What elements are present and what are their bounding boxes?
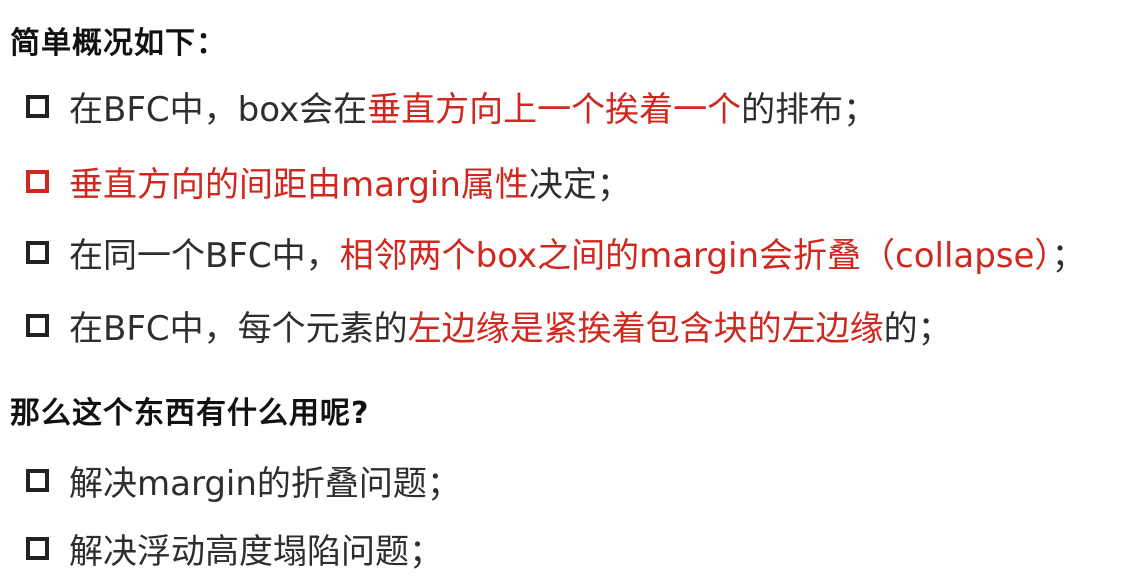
text-segment: 决定； <box>528 164 631 205</box>
text-segment: 在同一个BFC中， <box>69 235 340 276</box>
section-heading-summary: 简单概况如下： <box>10 26 227 61</box>
text-segment: 在BFC中，box会在 <box>69 89 368 130</box>
list-item: 在同一个BFC中，相邻两个box之间的margin会折叠（collapse）； <box>26 227 1085 277</box>
square-bullet-icon <box>26 169 49 193</box>
square-bullet-icon <box>26 94 49 118</box>
highlight-segment: 相邻两个box之间的margin会折叠（collapse） <box>339 235 1052 276</box>
square-bullet-icon <box>26 313 49 337</box>
text-segment: 解决margin的折叠问题； <box>69 463 461 504</box>
list-item: 解决margin的折叠问题； <box>26 455 461 505</box>
highlight-segment: 垂直方向的间距由margin属性 <box>69 164 529 205</box>
square-bullet-icon <box>26 240 49 264</box>
highlight-segment: 左边缘是紧挨着包含块的左边缘 <box>407 308 884 349</box>
text-segment: 的； <box>883 308 952 349</box>
list-item: 解决浮动高度塌陷问题； <box>26 523 443 573</box>
list-item-text: 解决浮动高度塌陷问题； <box>69 524 443 573</box>
list-item-text: 解决margin的折叠问题； <box>69 456 461 505</box>
list-item-text: 在同一个BFC中，相邻两个box之间的margin会折叠（collapse）； <box>69 228 1085 277</box>
list-item: 在BFC中，box会在垂直方向上一个挨着一个的排布； <box>26 81 877 131</box>
text-segment: ； <box>1051 235 1086 276</box>
highlight-segment: 垂直方向上一个挨着一个 <box>367 89 742 130</box>
list-item: 垂直方向的间距由margin属性决定； <box>26 156 631 206</box>
list-item-text: 垂直方向的间距由margin属性决定； <box>69 157 631 206</box>
text-segment: 解决浮动高度塌陷问题； <box>69 531 443 572</box>
list-item-text: 在BFC中，box会在垂直方向上一个挨着一个的排布； <box>69 82 877 131</box>
square-bullet-icon <box>26 468 49 492</box>
list-item-text: 在BFC中，每个元素的左边缘是紧挨着包含块的左边缘的； <box>69 301 952 350</box>
text-segment: 在BFC中，每个元素的 <box>69 308 408 349</box>
text-segment: 的排布； <box>741 89 878 130</box>
square-bullet-icon <box>26 536 49 560</box>
section-heading-usage: 那么这个东西有什么用呢? <box>10 396 370 431</box>
list-item: 在BFC中，每个元素的左边缘是紧挨着包含块的左边缘的； <box>26 300 952 350</box>
